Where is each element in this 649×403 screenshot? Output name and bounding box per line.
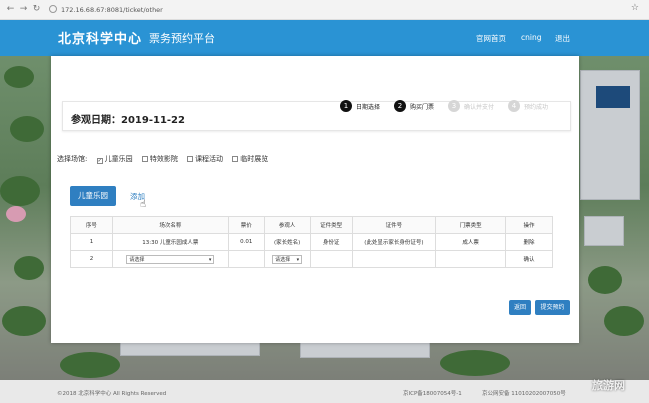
confirm-link[interactable]: 确认: [505, 250, 553, 268]
submit-booking-button[interactable]: 提交预约: [535, 300, 570, 315]
hand-cursor-icon: ☝: [140, 199, 147, 210]
col-header: 场次名称: [111, 216, 229, 234]
col-header: 证件类型: [309, 216, 353, 234]
venue-option-kids-park[interactable]: ✓ 儿童乐园: [96, 154, 133, 164]
table-row: 1 13:30 儿童乐园成人票 0.01 (家长姓名) 身份证 (此处显示家长身…: [70, 233, 553, 251]
address-bar[interactable]: 172.16.68.67:8081/ticket/other: [49, 3, 629, 17]
browser-chrome: ← → ↻ 172.16.68.67:8081/ticket/other ☆: [0, 0, 649, 20]
site-header: 北京科学中心 票务预约平台 官网首页 cning 退出: [0, 20, 649, 56]
logout-link[interactable]: 退出: [555, 33, 570, 44]
site-footer: ©2018 北京科学中心 All Rights Reserved 京ICP备18…: [0, 380, 649, 403]
cell-visitor: (家长姓名): [263, 233, 311, 251]
cell-no: 1: [70, 233, 113, 251]
reload-icon[interactable]: ↻: [31, 4, 42, 15]
delete-link[interactable]: 删除: [505, 233, 553, 251]
copyright-text: ©2018 北京科学中心 All Rights Reserved: [57, 391, 167, 397]
cell-session: 请选择 ▾: [111, 250, 229, 268]
watermark: 旅游网: [592, 379, 625, 392]
venue-option-courses[interactable]: 课程活动: [187, 154, 223, 164]
address-text: 172.16.68.67:8081/ticket/other: [61, 6, 163, 14]
checkbox[interactable]: [232, 156, 239, 162]
col-header: 参观人: [263, 216, 311, 234]
checkbox-checked[interactable]: ✓: [96, 158, 103, 164]
checkbox[interactable]: [187, 156, 194, 162]
site-info-icon[interactable]: [49, 5, 57, 13]
cell-visitor: 请选择 ▾: [263, 250, 311, 268]
cell-id-type: [309, 250, 353, 268]
bookmark-star-icon[interactable]: ☆: [631, 3, 639, 13]
session-select[interactable]: 请选择 ▾: [126, 254, 215, 264]
cell-no: 2: [70, 250, 113, 268]
police-record: 京公网安备 11010202007050号: [482, 391, 566, 397]
username-link[interactable]: cning: [521, 33, 541, 42]
col-header: 票价: [227, 216, 265, 234]
visitor-select[interactable]: 请选择 ▾: [272, 254, 303, 264]
cell-price: [227, 250, 265, 268]
visit-date-value: 2019-11-22: [121, 115, 185, 126]
site-subtitle: 票务预约平台: [149, 32, 215, 45]
building-sign: [596, 86, 630, 108]
cell-id-no: [351, 250, 437, 268]
cell-id-no: (此处显示家长身份证号): [351, 233, 437, 251]
back-button[interactable]: 返回: [509, 300, 531, 315]
dropdown-arrow-icon: ▾: [208, 256, 212, 263]
home-link[interactable]: 官网首页: [476, 33, 506, 44]
cell-id-type: 身份证: [309, 233, 353, 251]
col-header: 门票类型: [435, 216, 507, 234]
checkbox[interactable]: [141, 156, 148, 162]
step-confirm-pay: 3 确认并支付: [448, 100, 494, 112]
col-header: 证件号: [351, 216, 437, 234]
step-buy-tickets: 2 购买门票: [394, 100, 434, 112]
table-header-row: 序号 场次名称 票价 参观人 证件类型 证件号 门票类型 操作: [70, 216, 553, 234]
forward-arrow-icon[interactable]: →: [18, 4, 29, 15]
venue-label: 选择场馆:: [57, 155, 88, 163]
table-row: 2 请选择 ▾ 请选择 ▾ 确认: [70, 250, 553, 268]
visit-date-box: 参观日期：2019-11-22: [62, 101, 571, 131]
booking-panel: 参观日期：2019-11-22 1 日期选择 2 购买门票 3 确认并支付 4 预约成功…: [51, 56, 579, 343]
cell-session: 13:30 儿童乐园成人票: [111, 233, 229, 251]
dropdown-arrow-icon: ▾: [296, 256, 300, 263]
ticket-table: 序号 场次名称 票价 参观人 证件类型 证件号 门票类型 操作 1 13:30 …: [70, 216, 553, 268]
cell-ticket-type: [435, 250, 507, 268]
icp-license: 京ICP备18007054号-1: [403, 391, 462, 397]
cell-price: 0.01: [227, 233, 265, 251]
tab-kids-park[interactable]: 儿童乐园: [70, 186, 116, 206]
back-arrow-icon[interactable]: ←: [5, 4, 16, 15]
col-header: 序号: [70, 216, 113, 234]
venue-option-exhibition[interactable]: 临时展览: [232, 154, 268, 164]
venue-selector: 选择场馆: ✓ 儿童乐园 特效影院 课程活动 临时展览: [57, 154, 268, 164]
col-header: 操作: [505, 216, 553, 234]
logo[interactable]: 北京科学中心: [58, 28, 142, 47]
cell-ticket-type: 成人票: [435, 233, 507, 251]
step-success: 4 预约成功: [508, 100, 548, 112]
visit-date: 参观日期：2019-11-22: [71, 115, 185, 126]
step-date-select: 1 日期选择: [340, 100, 380, 112]
venue-option-cinema[interactable]: 特效影院: [141, 154, 178, 164]
